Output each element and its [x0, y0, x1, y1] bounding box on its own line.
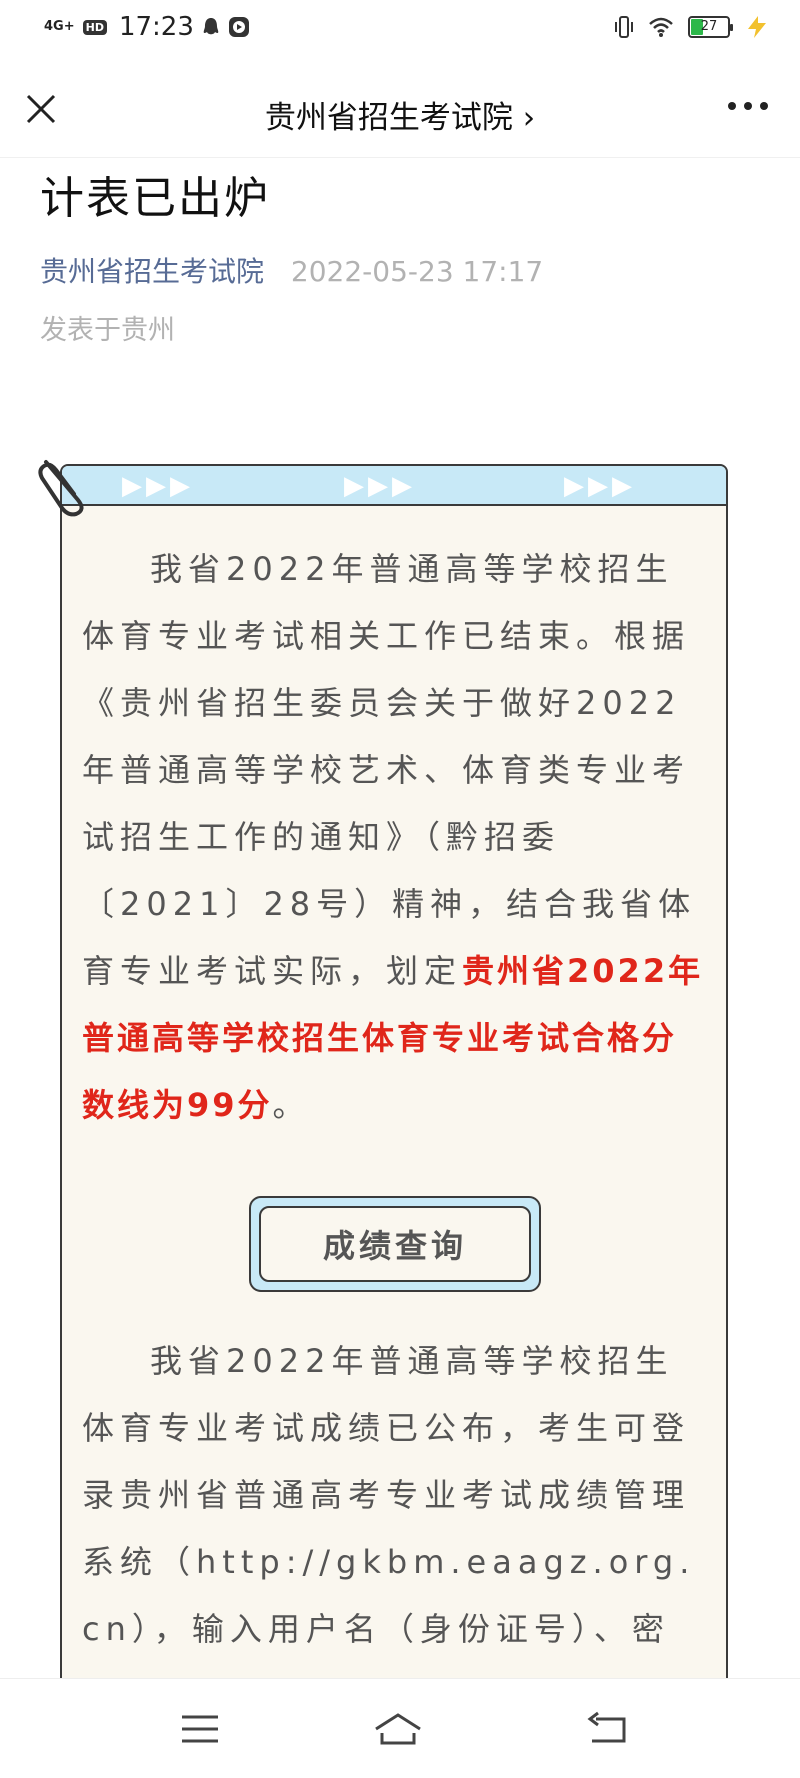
notice-paragraph-1: 我省2022年普通高等学校招生体育专业考试相关工作已结束。根据《贵州省招生委员会… [82, 536, 706, 1139]
arrows-decoration: ▶▶▶ [122, 471, 194, 501]
home-icon[interactable] [372, 1711, 424, 1747]
article-title: 计表已出炉 [40, 173, 270, 224]
article-body[interactable]: 计表已出炉 贵州省招生考试院 2022-05-23 17:17 发表于贵州 ▶▶… [0, 158, 800, 1678]
card-header-band: ▶▶▶ ▶▶▶ ▶▶▶ [62, 466, 726, 506]
paperclip-icon [38, 460, 84, 517]
charging-icon [748, 16, 766, 38]
paragraph-end: 。 [272, 1086, 311, 1124]
page-title[interactable]: 贵州省招生考试院 › [0, 92, 800, 137]
arrows-decoration: ▶▶▶ [344, 471, 416, 501]
account-name-link[interactable]: 贵州省招生考试院 [40, 255, 264, 288]
system-navigation-bar [0, 1678, 800, 1778]
score-query-label[interactable]: 成绩查询 [259, 1206, 531, 1282]
more-icon[interactable] [726, 96, 770, 116]
paragraph-text: 我省2022年普通高等学校招生体育专业考试相关工作已结束。根据《贵州省招生委员会… [82, 550, 697, 990]
score-query-button[interactable]: 成绩查询 [249, 1196, 541, 1292]
battery-level: 27 [700, 19, 718, 34]
notice-paragraph-2: 我省2022年普通高等学校招生体育专业考试成绩已公布，考生可登录贵州省普通高考专… [82, 1342, 696, 1678]
publish-location: 发表于贵州 [40, 315, 175, 346]
article-meta: 贵州省招生考试院 2022-05-23 17:17 [40, 250, 543, 290]
qq-icon [203, 18, 219, 35]
media-icon [228, 17, 249, 37]
navigation-bar: 贵州省招生考试院 › [0, 62, 800, 158]
publish-date: 2022-05-23 17:17 [290, 255, 544, 288]
status-bar: 4G+ HD 17:23 27 [0, 0, 800, 62]
clock: 17:23 [118, 12, 194, 42]
wifi-icon [649, 17, 673, 37]
hd-badge: HD [82, 19, 107, 35]
battery-indicator: 27 [688, 16, 733, 38]
menu-icon[interactable] [178, 1711, 222, 1747]
arrows-decoration: ▶▶▶ [564, 471, 636, 501]
notice-card: ▶▶▶ ▶▶▶ ▶▶▶ 我省2022年普通高等学校招生体育专业考试相关工作已结束… [60, 464, 728, 1678]
status-left: 4G+ HD 17:23 [44, 12, 250, 42]
back-icon[interactable] [584, 1711, 628, 1747]
status-right: 27 [614, 14, 770, 40]
network-indicator: 4G+ [44, 19, 75, 34]
vibrate-icon [615, 16, 633, 38]
